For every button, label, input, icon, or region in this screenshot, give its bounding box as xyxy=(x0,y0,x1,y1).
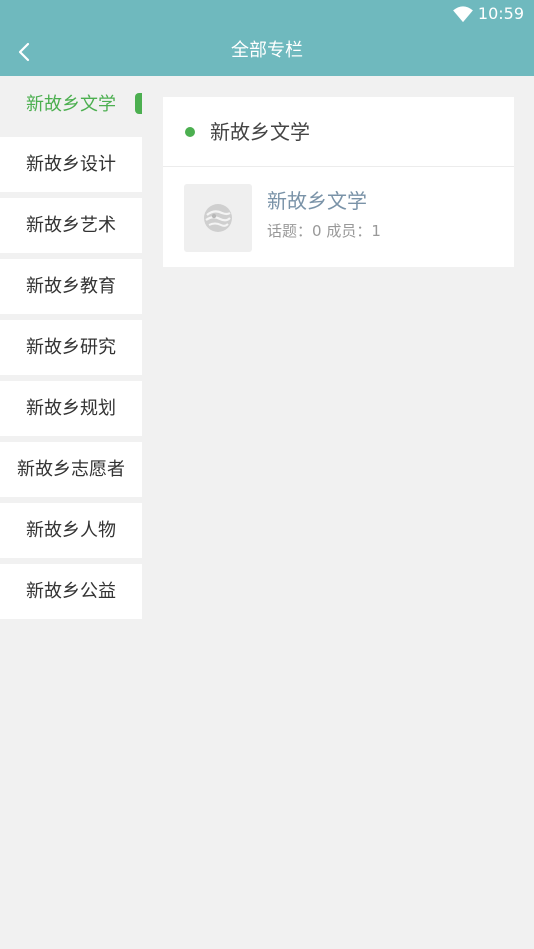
column-name: 新故乡文学 xyxy=(267,189,367,213)
sidebar-item-planning[interactable]: 新故乡规划 xyxy=(0,381,142,436)
sidebar-item-label: 新故乡志愿者 xyxy=(17,459,125,480)
sidebar-item-label: 新故乡公益 xyxy=(26,581,116,602)
sidebar-item-literature[interactable]: 新故乡文学 xyxy=(0,76,142,132)
members-label: 成员： xyxy=(326,222,372,240)
sidebar-item-design[interactable]: 新故乡设计 xyxy=(0,137,142,192)
column-stats: 话题：0 成员：1 xyxy=(267,221,381,241)
status-time: 10:59 xyxy=(477,4,524,23)
category-sidebar: 新故乡文学 新故乡设计 新故乡艺术 新故乡教育 新故乡研究 新故乡规划 新故乡志… xyxy=(0,76,142,625)
column-logo xyxy=(184,184,252,252)
members-count: 1 xyxy=(371,222,381,240)
sidebar-item-label: 新故乡教育 xyxy=(26,276,116,297)
panel-header: 新故乡文学 xyxy=(163,97,514,167)
bullet-dot-icon xyxy=(185,127,195,137)
sidebar-item-volunteers[interactable]: 新故乡志愿者 xyxy=(0,442,142,497)
sidebar-item-label: 新故乡规划 xyxy=(26,398,116,419)
topics-count: 0 xyxy=(312,222,322,240)
status-bar: 10:59 xyxy=(0,0,534,28)
sidebar-item-label: 新故乡艺术 xyxy=(26,215,116,236)
page-title: 全部专栏 xyxy=(231,40,303,61)
column-card[interactable]: 新故乡文学 话题：0 成员：1 xyxy=(163,167,514,266)
sidebar-item-label: 新故乡文学 xyxy=(26,94,116,115)
cloud-logo-icon xyxy=(204,204,232,232)
app-bar: 全部专栏 xyxy=(0,28,534,76)
sidebar-item-education[interactable]: 新故乡教育 xyxy=(0,259,142,314)
topics-label: 话题： xyxy=(267,222,313,240)
wifi-icon xyxy=(453,6,473,23)
active-indicator xyxy=(135,93,142,114)
sidebar-item-label: 新故乡设计 xyxy=(26,154,116,175)
sidebar-item-charity[interactable]: 新故乡公益 xyxy=(0,564,142,619)
sidebar-item-art[interactable]: 新故乡艺术 xyxy=(0,198,142,253)
sidebar-item-research[interactable]: 新故乡研究 xyxy=(0,320,142,375)
sidebar-item-people[interactable]: 新故乡人物 xyxy=(0,503,142,558)
sidebar-item-label: 新故乡研究 xyxy=(26,337,116,358)
column-panel: 新故乡文学 新故乡文学 话题：0 成员：1 xyxy=(163,97,514,267)
panel-heading: 新故乡文学 xyxy=(210,120,310,144)
sidebar-item-label: 新故乡人物 xyxy=(26,520,116,541)
